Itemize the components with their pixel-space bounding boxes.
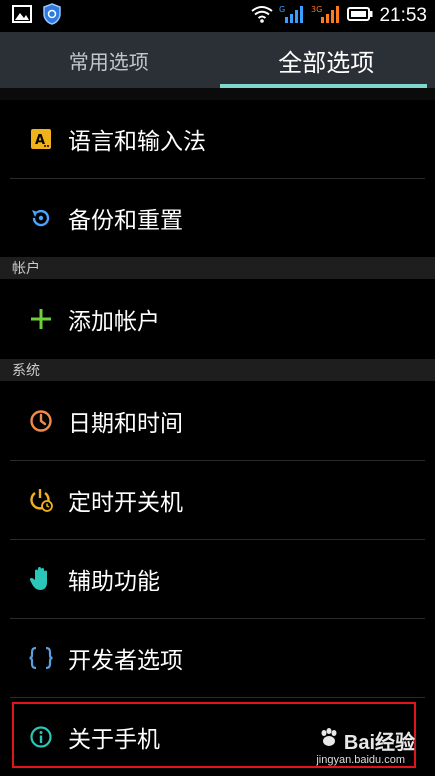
section-header-account: 帐户 (0, 257, 435, 279)
tab-label: 常用选项 (69, 46, 149, 75)
settings-item-add-account[interactable]: 添加帐户 (0, 280, 435, 358)
svg-text:A: A (35, 133, 45, 148)
watermark-site: jingyan.baidu.com (316, 754, 405, 766)
signal-icon-sim2: 3G (311, 4, 341, 28)
settings-item-developer[interactable]: 开发者选项 (0, 619, 435, 697)
settings-item-label: 辅助功能 (68, 562, 160, 596)
plus-icon (26, 304, 56, 334)
settings-item-label: 备份和重置 (68, 201, 183, 235)
gallery-icon (12, 5, 32, 27)
settings-item-datetime[interactable]: 日期和时间 (0, 382, 435, 460)
section-label: 帐户 (0, 258, 40, 278)
shield-icon (42, 3, 62, 29)
settings-item-label: 开发者选项 (68, 641, 183, 675)
tab-common-options[interactable]: 常用选项 (0, 32, 218, 88)
settings-item-backup[interactable]: 备份和重置 (0, 179, 435, 257)
svg-text:G: G (279, 5, 285, 14)
clock: 21:53 (379, 5, 427, 27)
paw-icon (318, 727, 340, 755)
battery-icon (347, 6, 373, 26)
section-label: 系统 (0, 360, 40, 380)
power-timer-icon (26, 485, 56, 515)
wifi-icon (251, 5, 273, 27)
clock-icon (26, 406, 56, 436)
watermark: Bai经验 (318, 726, 415, 755)
settings-item-schedule-power[interactable]: 定时开关机 (0, 461, 435, 539)
settings-item-label: 添加帐户 (68, 302, 160, 336)
settings-item-accessibility[interactable]: 辅助功能 (0, 540, 435, 618)
tab-all-options[interactable]: 全部选项 (218, 32, 435, 88)
network-type-label: 3G (311, 5, 322, 14)
backup-restore-icon (26, 203, 56, 233)
section-header-system: 系统 (0, 359, 435, 381)
watermark-brand: Bai经验 (344, 726, 415, 755)
settings-item-label: 定时开关机 (68, 483, 183, 517)
settings-item-label: 日期和时间 (68, 404, 183, 438)
hand-icon (26, 564, 56, 594)
settings-item-label: 语言和输入法 (68, 122, 206, 156)
language-icon: A (26, 124, 56, 154)
tab-label: 全部选项 (278, 43, 374, 78)
tabs-divider (0, 88, 435, 100)
settings-tabs: 常用选项 全部选项 (0, 32, 435, 88)
status-bar: G 3G 21:53 (0, 0, 435, 32)
signal-icon-sim1: G (279, 4, 305, 28)
braces-icon (26, 643, 56, 673)
settings-item-language[interactable]: A 语言和输入法 (0, 100, 435, 178)
